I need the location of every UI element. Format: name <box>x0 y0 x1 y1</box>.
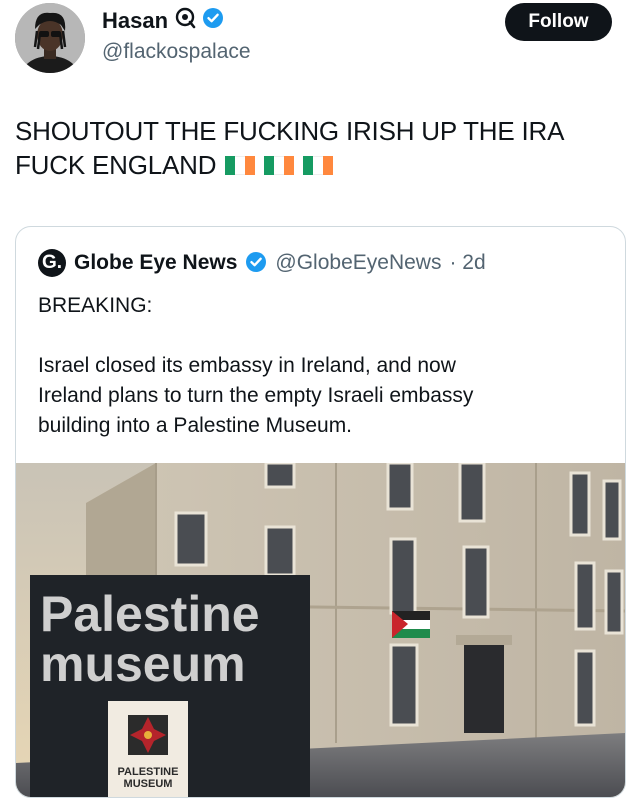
quoted-timestamp[interactable]: · 2d <box>449 251 485 275</box>
quoted-tweet-card[interactable]: G. Globe Eye News @GlobeEyeNews · 2d BRE… <box>15 226 626 798</box>
ireland-flag-icon <box>264 156 295 175</box>
verified-badge-icon <box>245 251 267 276</box>
sign-line-1: Palestine <box>40 586 260 642</box>
ireland-flag-icon <box>303 156 334 175</box>
badge-line-1: PALESTINE <box>118 766 179 778</box>
quoted-body-line: Ireland plans to turn the empty Israeli … <box>38 384 474 407</box>
globe-eye-logo-icon: G. <box>38 249 66 277</box>
sign-line-2: museum <box>40 636 246 692</box>
tweet-line-1: SHOUTOUT THE FUCKING IRISH UP THE IRA <box>15 116 565 146</box>
quoted-header: G. Globe Eye News @GlobeEyeNews · 2d <box>38 249 486 277</box>
tweet-line-2: FUCK ENGLAND <box>15 148 615 182</box>
verified-badge-icon <box>202 7 224 34</box>
author-name-row: Hasan <box>102 7 224 34</box>
quoted-media-image[interactable]: Palestine museum PALESTINE MUSEUM <box>16 463 625 797</box>
author-name[interactable]: Hasan <box>102 8 168 34</box>
tweet-line-2-text: FUCK ENGLAND <box>15 150 217 180</box>
follow-button[interactable]: Follow <box>505 3 612 41</box>
quoted-body-line: Israel closed its embassy in Ireland, an… <box>38 354 456 377</box>
quoted-author-name[interactable]: Globe Eye News <box>74 251 237 275</box>
ireland-flag-icon <box>225 156 256 175</box>
quoted-heading: BREAKING: <box>38 294 153 317</box>
avatar[interactable] <box>15 3 85 73</box>
badge-line-2: MUSEUM <box>124 778 173 790</box>
author-handle[interactable]: @flackospalace <box>102 40 251 64</box>
quoted-body-line: building into a Palestine Museum. <box>38 414 353 437</box>
quoted-author-handle[interactable]: @GlobeEyeNews <box>275 251 441 275</box>
tweet-text: SHOUTOUT THE FUCKING IRISH UP THE IRA FU… <box>15 114 615 182</box>
eye-icon <box>174 7 196 34</box>
